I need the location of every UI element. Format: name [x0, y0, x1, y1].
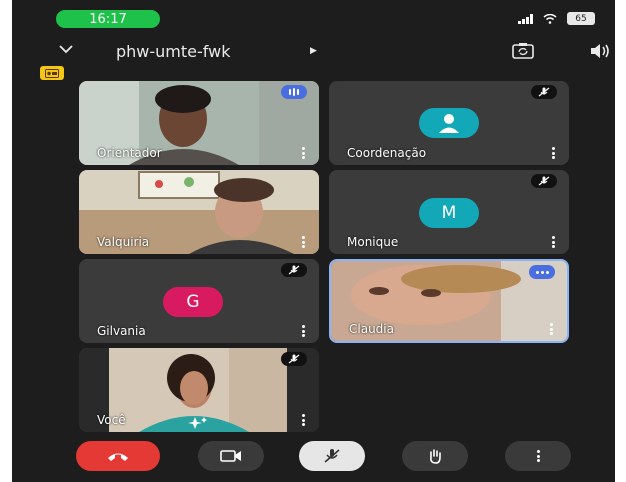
speaker-icon[interactable] — [589, 43, 611, 59]
participant-tile-orientador[interactable]: Orientador — [79, 81, 319, 165]
avatar-initial: M — [419, 198, 479, 228]
camera-switch-icon[interactable] — [512, 42, 534, 59]
participant-name: Coordenação — [347, 146, 427, 160]
more-vert-icon[interactable] — [301, 414, 305, 426]
mic-off-icon — [531, 174, 557, 188]
raise-hand-button[interactable] — [402, 441, 468, 471]
raise-hand-icon — [430, 449, 441, 464]
end-call-icon — [108, 453, 128, 461]
effects-icon[interactable] — [187, 416, 209, 430]
more-vert-icon[interactable] — [551, 236, 555, 248]
more-horiz-icon — [529, 265, 555, 279]
meeting-info-arrow-icon[interactable]: ▶ — [310, 46, 317, 56]
participant-tile-monique[interactable]: M Monique — [329, 170, 569, 254]
participant-name: Você — [97, 413, 126, 427]
chevron-down-icon[interactable] — [59, 42, 73, 56]
participant-name: Valquiria — [97, 235, 150, 249]
more-vert-icon[interactable] — [301, 147, 305, 159]
more-vert-icon[interactable] — [549, 323, 553, 335]
end-call-button[interactable] — [76, 441, 160, 471]
mic-toggle-button[interactable] — [299, 441, 365, 471]
signal-icon — [518, 13, 533, 24]
more-vert-icon — [536, 450, 540, 462]
meeting-code[interactable]: phw-umte-fwk — [116, 42, 230, 61]
more-vert-icon[interactable] — [301, 325, 305, 337]
person-icon — [419, 108, 479, 138]
phone-screen: 16:17 65 phw-umte-fwk ▶ Orientador Coord… — [12, 0, 615, 482]
audio-level-icon — [281, 85, 307, 99]
status-time: 16:17 — [56, 10, 160, 28]
participant-name: Claudia — [349, 322, 394, 336]
more-vert-icon[interactable] — [551, 147, 555, 159]
participant-tile-claudia[interactable]: Claudia — [329, 259, 569, 343]
participant-name: Monique — [347, 235, 399, 249]
more-vert-icon[interactable] — [301, 236, 305, 248]
participant-name: Orientador — [97, 146, 162, 160]
avatar-initial: G — [163, 287, 223, 317]
status-icons: 65 — [518, 12, 595, 25]
participant-name: Gilvania — [97, 324, 146, 338]
participant-tile-self[interactable]: Você — [79, 348, 319, 432]
mic-off-icon — [281, 263, 307, 277]
mic-off-icon — [281, 352, 307, 366]
battery-indicator: 65 — [567, 12, 595, 25]
video-camera-icon — [220, 450, 241, 462]
participant-tile-coordenacao[interactable]: Coordenação — [329, 81, 569, 165]
participant-tile-valquiria[interactable]: Valquiria — [79, 170, 319, 254]
recording-icon — [40, 66, 64, 80]
participant-tile-gilvania[interactable]: G Gilvania — [79, 259, 319, 343]
mic-off-icon — [324, 449, 340, 463]
camera-toggle-button[interactable] — [198, 441, 264, 471]
more-options-button[interactable] — [505, 441, 571, 471]
wifi-icon — [543, 13, 557, 24]
mic-off-icon — [531, 85, 557, 99]
